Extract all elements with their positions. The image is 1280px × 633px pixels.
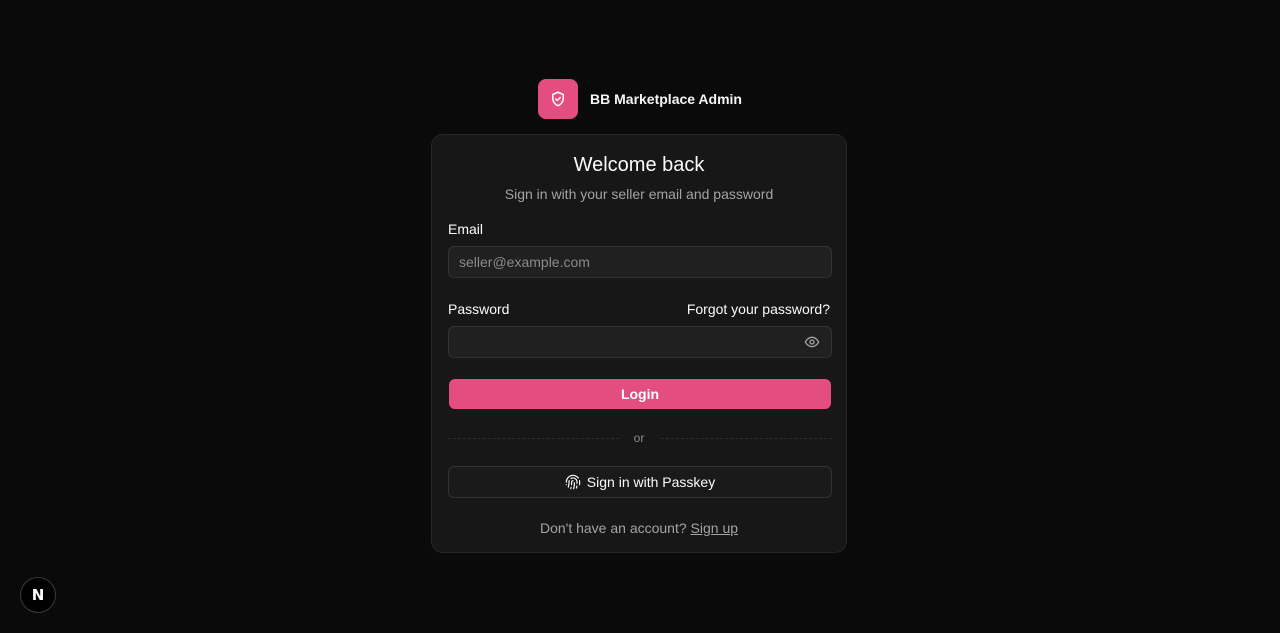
login-button[interactable]: Login bbox=[449, 379, 831, 409]
card-title: Welcome back bbox=[573, 154, 705, 176]
login-card: Welcome back Sign in with your seller em… bbox=[431, 134, 847, 553]
email-label: Email bbox=[448, 221, 484, 237]
signup-link[interactable]: Sign up bbox=[691, 520, 738, 536]
passkey-button[interactable]: Sign in with Passkey bbox=[448, 466, 832, 498]
forgot-password-link[interactable]: Forgot your password? bbox=[687, 301, 830, 317]
nextjs-dev-badge[interactable]: N bbox=[20, 577, 56, 613]
password-field[interactable] bbox=[448, 326, 832, 358]
email-field[interactable] bbox=[448, 246, 832, 278]
shield-check-icon bbox=[552, 91, 565, 107]
fingerprint-icon bbox=[565, 474, 581, 490]
signup-prompt: Don't have an account? bbox=[539, 520, 687, 536]
nextjs-icon: N bbox=[31, 586, 45, 604]
signup-row: Don't have an account? Sign up bbox=[432, 520, 846, 536]
brand-logo bbox=[538, 79, 579, 119]
card-subtitle: Sign in with your seller email and passw… bbox=[504, 186, 774, 202]
passkey-label: Sign in with Passkey bbox=[586, 474, 716, 490]
login-page: BB Marketplace Admin Welcome back Sign i… bbox=[0, 0, 1280, 633]
eye-icon[interactable] bbox=[802, 334, 822, 350]
brand-name: BB Marketplace Admin bbox=[590, 91, 742, 107]
password-label: Password bbox=[448, 301, 510, 317]
divider-line-right bbox=[661, 438, 832, 439]
brand-header: BB Marketplace Admin bbox=[0, 79, 1280, 119]
